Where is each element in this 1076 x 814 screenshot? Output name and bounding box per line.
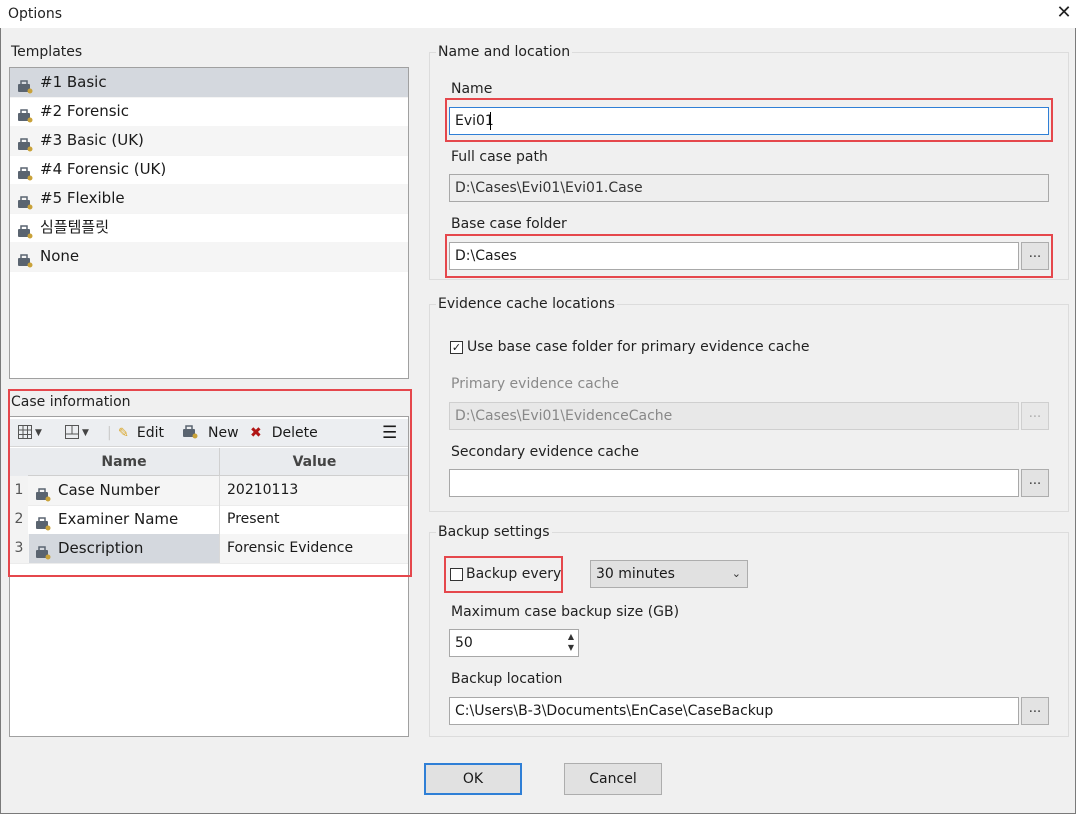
stepper-arrows-icon[interactable]: ▲ ▼ [568, 631, 574, 653]
base-folder-highlight [445, 234, 1053, 278]
backup-every-highlight [444, 556, 563, 593]
case-icon [17, 105, 33, 123]
backup-location-label: Backup location [451, 671, 563, 687]
close-icon[interactable]: ✕ [1054, 3, 1074, 23]
template-item[interactable]: #2 Forensic [10, 97, 408, 127]
backup-location-browse-button[interactable]: ... [1021, 697, 1049, 725]
name-highlight [445, 98, 1053, 142]
primary-cache-browse-button: ... [1021, 402, 1049, 430]
window-title: Options [8, 6, 63, 22]
max-size-stepper[interactable]: 50 ▲ ▼ [449, 629, 579, 657]
case-info-highlight [8, 389, 412, 577]
primary-cache-label: Primary evidence cache [451, 376, 619, 392]
full-path-label: Full case path [451, 149, 548, 165]
case-icon [17, 163, 33, 181]
evidence-cache-title: Evidence cache locations [436, 296, 617, 312]
case-icon [17, 76, 33, 94]
cancel-button[interactable]: Cancel [564, 763, 662, 795]
base-folder-label: Base case folder [451, 216, 567, 232]
full-path-field: D:\Cases\Evi01\Evi01.Case [449, 174, 1049, 202]
chevron-down-icon: ⌄ [731, 567, 741, 580]
template-item[interactable]: #4 Forensic (UK) [10, 155, 408, 185]
title-bar [0, 0, 1076, 28]
name-label: Name [451, 81, 493, 97]
templates-heading: Templates [11, 44, 83, 60]
case-icon [17, 221, 33, 239]
template-item[interactable]: #1 Basic [10, 68, 408, 98]
template-item[interactable]: #5 Flexible [10, 184, 408, 214]
secondary-cache-input[interactable] [449, 469, 1019, 497]
ok-button[interactable]: OK [424, 763, 522, 795]
template-item[interactable]: #3 Basic (UK) [10, 126, 408, 156]
secondary-cache-browse-button[interactable]: ... [1021, 469, 1049, 497]
backup-location-input[interactable]: C:\Users\B-3\Documents\EnCase\CaseBackup [449, 697, 1019, 725]
case-icon [17, 192, 33, 210]
template-item[interactable]: 심플템플릿 [10, 213, 408, 243]
case-icon [17, 250, 33, 268]
use-base-checkbox[interactable]: ✓ [450, 341, 463, 354]
max-size-label: Maximum case backup size (GB) [451, 604, 680, 620]
primary-cache-input: D:\Cases\Evi01\EvidenceCache [449, 402, 1019, 430]
case-icon [17, 134, 33, 152]
name-location-title: Name and location [436, 44, 573, 60]
backup-title: Backup settings [436, 524, 552, 540]
templates-list[interactable]: #1 Basic #2 Forensic #3 Basic (UK) #4 Fo… [9, 67, 409, 379]
secondary-cache-label: Secondary evidence cache [451, 444, 639, 460]
backup-interval-select[interactable]: 30 minutes ⌄ [590, 560, 748, 588]
template-item[interactable]: None [10, 242, 408, 272]
use-base-label: Use base case folder for primary evidenc… [467, 339, 810, 355]
